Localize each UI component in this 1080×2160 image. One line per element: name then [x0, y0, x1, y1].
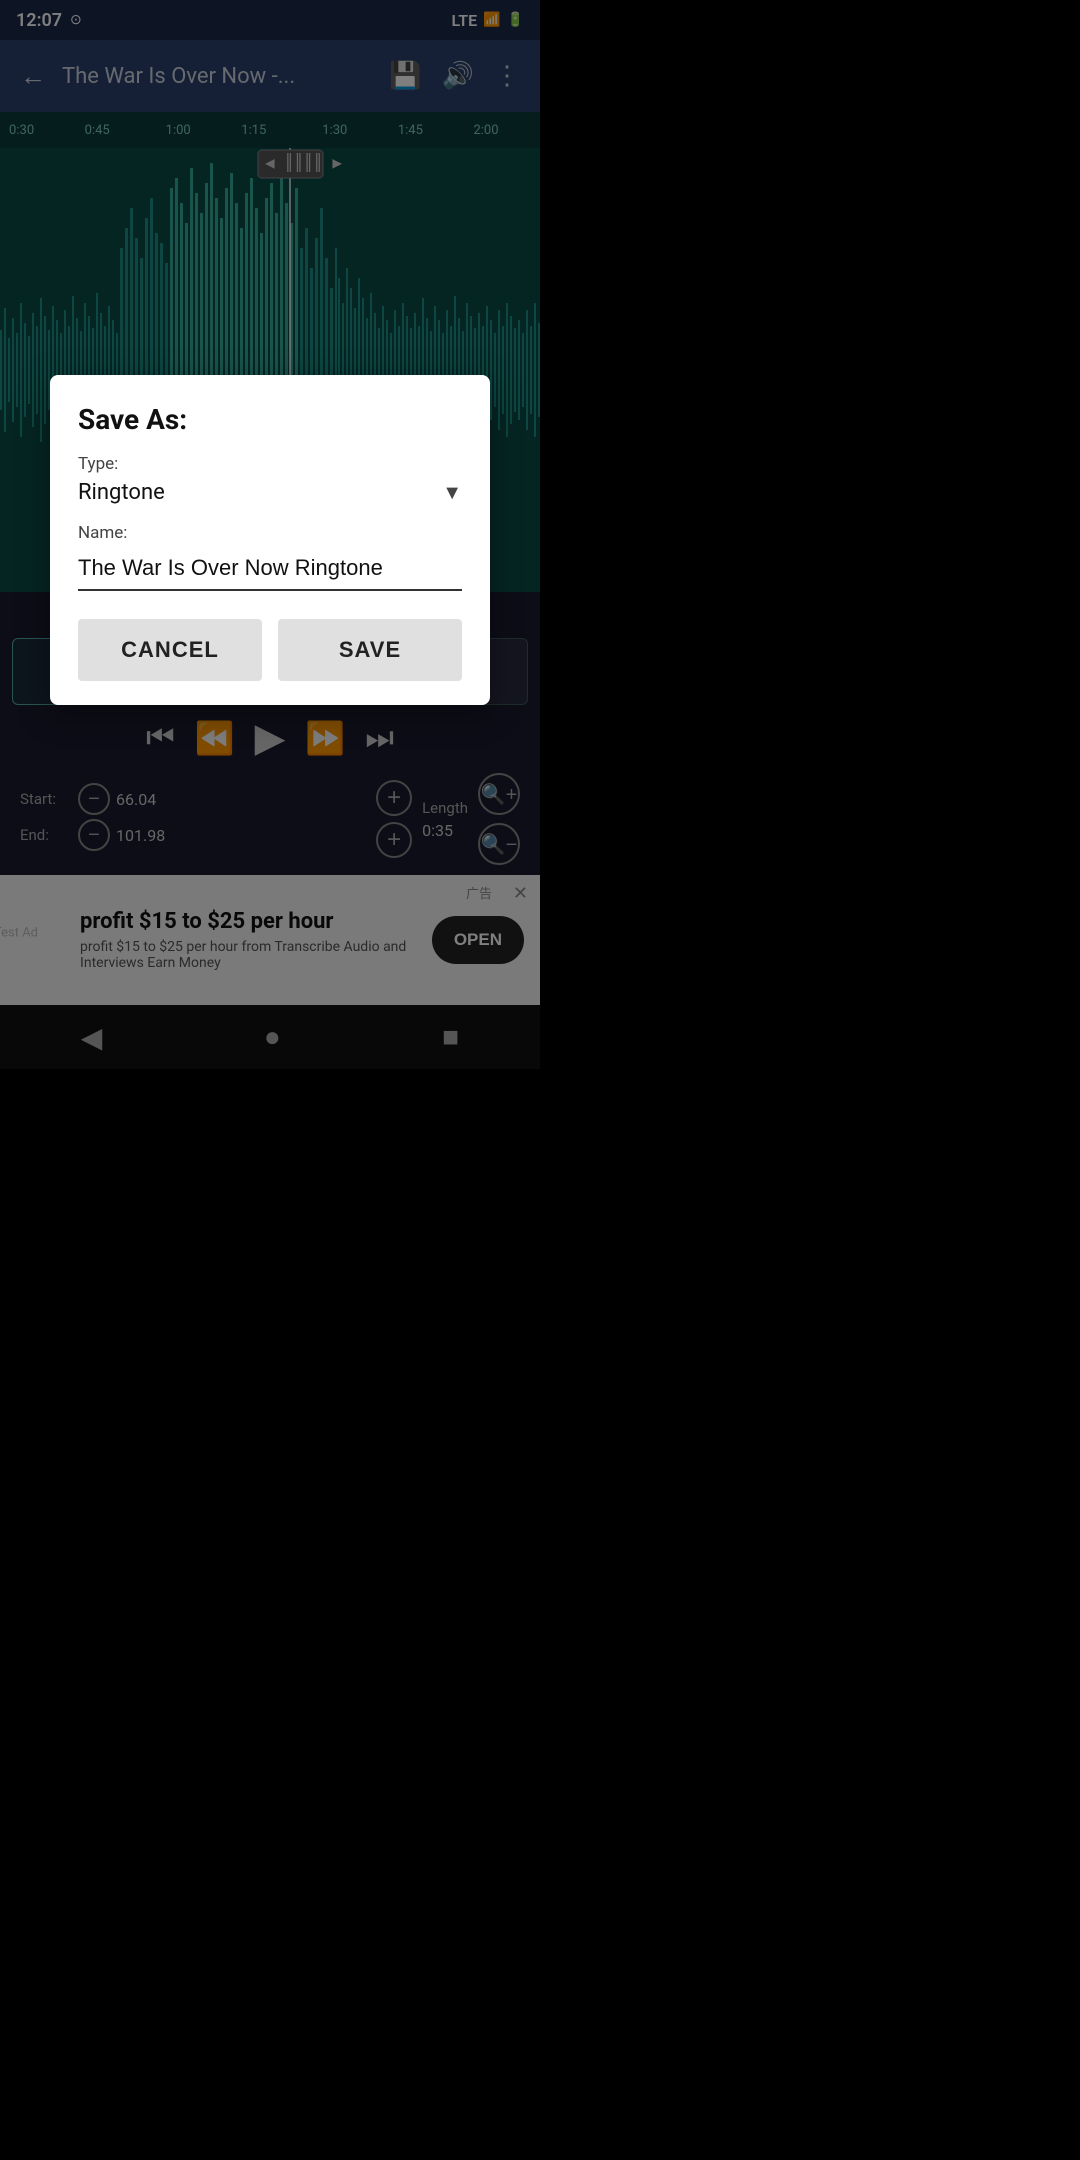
save-as-dialog: Save As: Type: Ringtone ▼ Name: CANCEL S… — [50, 375, 490, 705]
cancel-button[interactable]: CANCEL — [78, 619, 262, 681]
name-label: Name: — [78, 523, 462, 543]
dialog-overlay: Save As: Type: Ringtone ▼ Name: CANCEL S… — [0, 0, 540, 1080]
dialog-title: Save As: — [78, 403, 462, 436]
dialog-buttons: CANCEL SAVE — [78, 619, 462, 681]
type-dropdown[interactable]: Ringtone ▼ — [78, 480, 462, 505]
type-value: Ringtone — [78, 480, 165, 505]
dropdown-arrow-icon: ▼ — [442, 480, 462, 505]
filename-input[interactable] — [78, 551, 462, 591]
type-label: Type: — [78, 454, 462, 474]
save-button[interactable]: SAVE — [278, 619, 462, 681]
